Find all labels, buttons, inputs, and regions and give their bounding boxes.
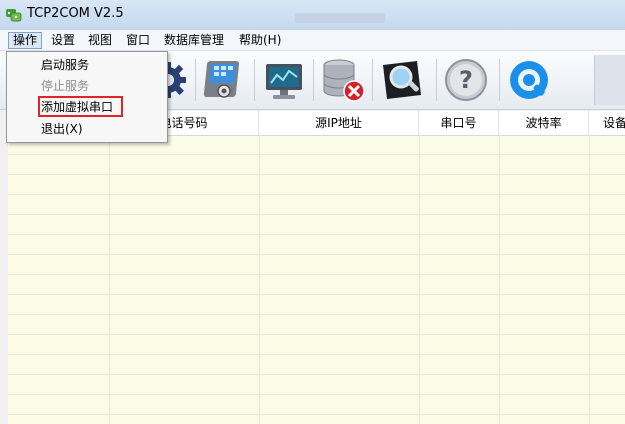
column-header-source-ip[interactable]: 源IP地址 bbox=[259, 111, 419, 135]
operation-dropdown-menu: 启动服务 停止服务 添加虚拟串口 退出(X) bbox=[6, 51, 168, 143]
title-ghost bbox=[295, 13, 385, 23]
menu-view[interactable]: 视图 bbox=[84, 32, 116, 49]
app-icon bbox=[6, 9, 22, 22]
menu-item-stop-service[interactable]: 停止服务 bbox=[41, 76, 89, 96]
column-header-baud-rate[interactable]: 波特率 bbox=[499, 111, 589, 135]
svg-text:?: ? bbox=[459, 66, 473, 94]
grid-column-divider bbox=[419, 135, 420, 424]
menu-bar: 操作 设置 视图 窗口 数据库管理 帮助(H) bbox=[0, 30, 625, 51]
monitor-icon bbox=[266, 64, 302, 99]
database-delete-icon bbox=[323, 59, 365, 102]
toolbar-search-button[interactable] bbox=[377, 55, 427, 105]
toolbar-device-button[interactable] bbox=[200, 55, 250, 105]
tablet-settings-icon bbox=[203, 61, 240, 98]
toolbar-database-delete-button[interactable] bbox=[318, 55, 368, 105]
grid-body bbox=[8, 135, 625, 424]
title-bar: TCP2COM V2.5 bbox=[0, 0, 625, 30]
menu-database[interactable]: 数据库管理 bbox=[160, 32, 228, 49]
help-icon: ? bbox=[445, 59, 487, 101]
menu-operation[interactable]: 操作 bbox=[8, 32, 43, 49]
highlight-box bbox=[38, 96, 123, 117]
menu-item-start-service[interactable]: 启动服务 bbox=[41, 55, 89, 75]
toolbar-quicktime-button[interactable] bbox=[504, 55, 554, 105]
toolbar-help-button[interactable]: ? bbox=[441, 55, 491, 105]
grid-column-divider bbox=[589, 135, 590, 424]
toolbar-overflow bbox=[594, 55, 625, 105]
toolbar-monitor-button[interactable] bbox=[259, 55, 309, 105]
column-header-serial-port[interactable]: 串口号 bbox=[419, 111, 499, 135]
magnifier-icon bbox=[383, 61, 421, 99]
grid-column-divider bbox=[499, 135, 500, 424]
window-title: TCP2COM V2.5 bbox=[27, 6, 124, 21]
menu-help[interactable]: 帮助(H) bbox=[235, 32, 285, 49]
menu-item-exit[interactable]: 退出(X) bbox=[41, 119, 83, 139]
menu-settings[interactable]: 设置 bbox=[47, 32, 79, 49]
column-header-device[interactable]: 设备 bbox=[589, 111, 625, 135]
grid-column-divider bbox=[109, 135, 110, 424]
data-grid[interactable]: 电话号码 源IP地址 串口号 波特率 设备 bbox=[8, 111, 625, 424]
quicktime-icon bbox=[510, 61, 548, 99]
grid-column-divider bbox=[259, 135, 260, 424]
menu-window[interactable]: 窗口 bbox=[122, 32, 154, 49]
